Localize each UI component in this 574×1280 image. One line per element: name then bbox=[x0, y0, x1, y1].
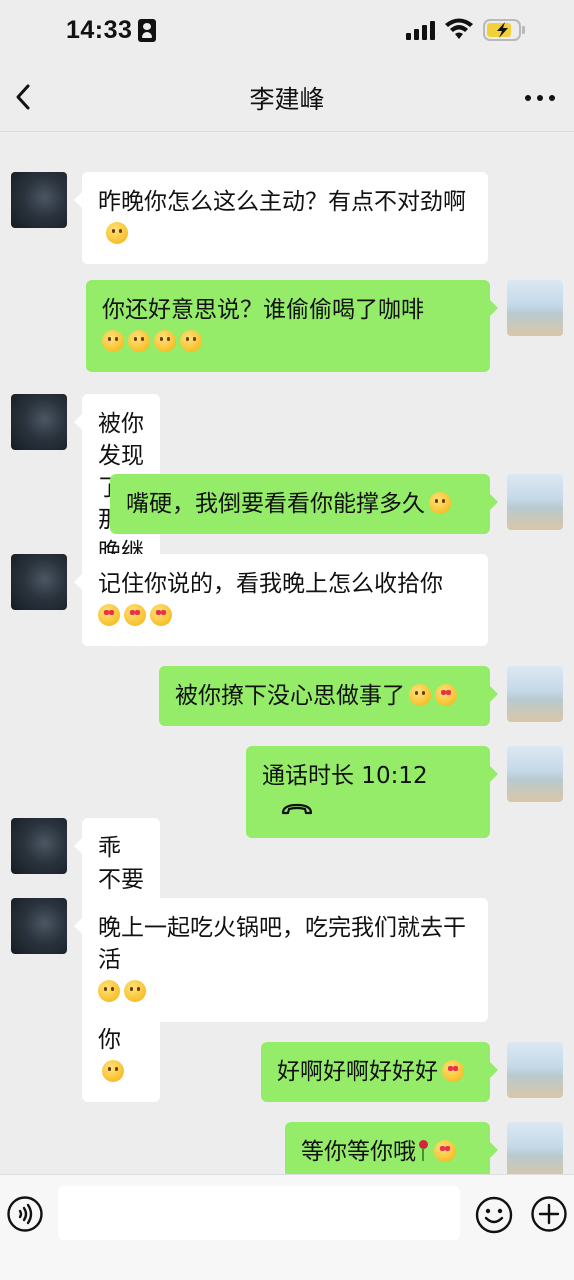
plus-icon[interactable] bbox=[530, 1195, 568, 1233]
message-text: 晚上一起吃火锅吧，吃完我们就去干活 bbox=[98, 915, 466, 973]
contact-avatar[interactable] bbox=[11, 172, 67, 228]
my-avatar[interactable] bbox=[507, 666, 563, 722]
heart-eyes-emoji-icon bbox=[434, 1140, 456, 1162]
heart-eyes-emoji-icon bbox=[98, 604, 120, 626]
smirk-emoji-icon bbox=[106, 222, 128, 244]
wifi-icon bbox=[445, 18, 473, 39]
status-bar: 14:33 bbox=[0, 0, 574, 62]
message-bubble[interactable]: 晚上一起吃火锅吧，吃完我们就去干活 bbox=[74, 898, 488, 1022]
heart-eyes-emoji-icon bbox=[442, 1060, 464, 1082]
contact-avatar[interactable] bbox=[11, 818, 67, 874]
grin-emoji-icon bbox=[154, 330, 176, 352]
call-duration-text: 通话时长 10:12 bbox=[262, 763, 428, 789]
input-bar bbox=[0, 1174, 574, 1280]
dizzy-emoji-icon bbox=[409, 684, 431, 706]
thinking-emoji-icon bbox=[98, 980, 120, 1002]
message-text: 记住你说的，看我晚上怎么收拾你 bbox=[98, 571, 443, 597]
status-time: 14:33 bbox=[66, 16, 133, 44]
message-text: 昨晚你怎么这么主动？有点不对劲啊 bbox=[98, 189, 466, 215]
contact-avatar[interactable] bbox=[11, 898, 67, 954]
my-avatar[interactable] bbox=[507, 1122, 563, 1174]
my-avatar[interactable] bbox=[507, 280, 563, 336]
signal-icon bbox=[406, 21, 435, 40]
message-text: 被你撩下没心思做事了 bbox=[175, 683, 405, 709]
battery-icon bbox=[483, 19, 525, 41]
my-avatar[interactable] bbox=[507, 1042, 563, 1098]
rose-emoji-icon bbox=[418, 1140, 428, 1162]
emoji-icon[interactable] bbox=[474, 1195, 514, 1235]
my-avatar[interactable] bbox=[507, 474, 563, 530]
message-bubble[interactable]: 嘴硬，我倒要看看你能撑多久 bbox=[110, 474, 498, 534]
chat-header: 李建峰 bbox=[0, 62, 574, 132]
my-avatar[interactable] bbox=[507, 746, 563, 802]
message-text: 好啊好啊好好好 bbox=[277, 1059, 438, 1085]
message-bubble[interactable]: 记住你说的，看我晚上怎么收拾你 bbox=[74, 554, 488, 646]
message-text: 你还好意思说？谁偷偷喝了咖啡 bbox=[102, 297, 424, 323]
contact-avatar[interactable] bbox=[11, 394, 67, 450]
call-record-bubble[interactable]: 通话时长 10:12 bbox=[246, 746, 498, 838]
grin-emoji-icon bbox=[128, 330, 150, 352]
heart-eyes-emoji-icon bbox=[435, 684, 457, 706]
message-bubble[interactable]: 等你等你哦 bbox=[285, 1122, 498, 1174]
message-bubble[interactable]: 昨晚你怎么这么主动？有点不对劲啊 bbox=[74, 172, 488, 264]
heart-hug-emoji-icon bbox=[124, 980, 146, 1002]
grin-emoji-icon bbox=[180, 330, 202, 352]
more-dots-icon[interactable] bbox=[522, 86, 558, 110]
contact-avatar[interactable] bbox=[11, 554, 67, 610]
message-text: 嘴硬，我倒要看看你能撑多久 bbox=[126, 491, 425, 517]
message-bubble[interactable]: 被你撩下没心思做事了 bbox=[159, 666, 498, 726]
heart-eyes-emoji-icon bbox=[124, 604, 146, 626]
message-input[interactable] bbox=[58, 1186, 460, 1240]
chat-list[interactable]: 昨晚你怎么这么主动？有点不对劲啊 你还好意思说？谁偷偷喝了咖啡 被你发现了？那今… bbox=[0, 132, 574, 1174]
message-bubble[interactable]: 好啊好啊好好好 bbox=[261, 1042, 498, 1102]
contact-name: 李建峰 bbox=[249, 85, 325, 114]
heart-eyes-emoji-icon bbox=[150, 604, 172, 626]
hand-emoji-icon bbox=[429, 492, 451, 514]
message-bubble[interactable]: 你还好意思说？谁偷偷喝了咖啡 bbox=[86, 280, 498, 372]
woozy-emoji-icon bbox=[102, 330, 124, 352]
smile-emoji-icon bbox=[102, 1060, 124, 1082]
voice-icon[interactable] bbox=[6, 1195, 44, 1233]
hang-up-icon bbox=[281, 803, 313, 815]
message-text: 等你等你哦 bbox=[301, 1139, 416, 1165]
id-card-icon bbox=[138, 19, 156, 42]
